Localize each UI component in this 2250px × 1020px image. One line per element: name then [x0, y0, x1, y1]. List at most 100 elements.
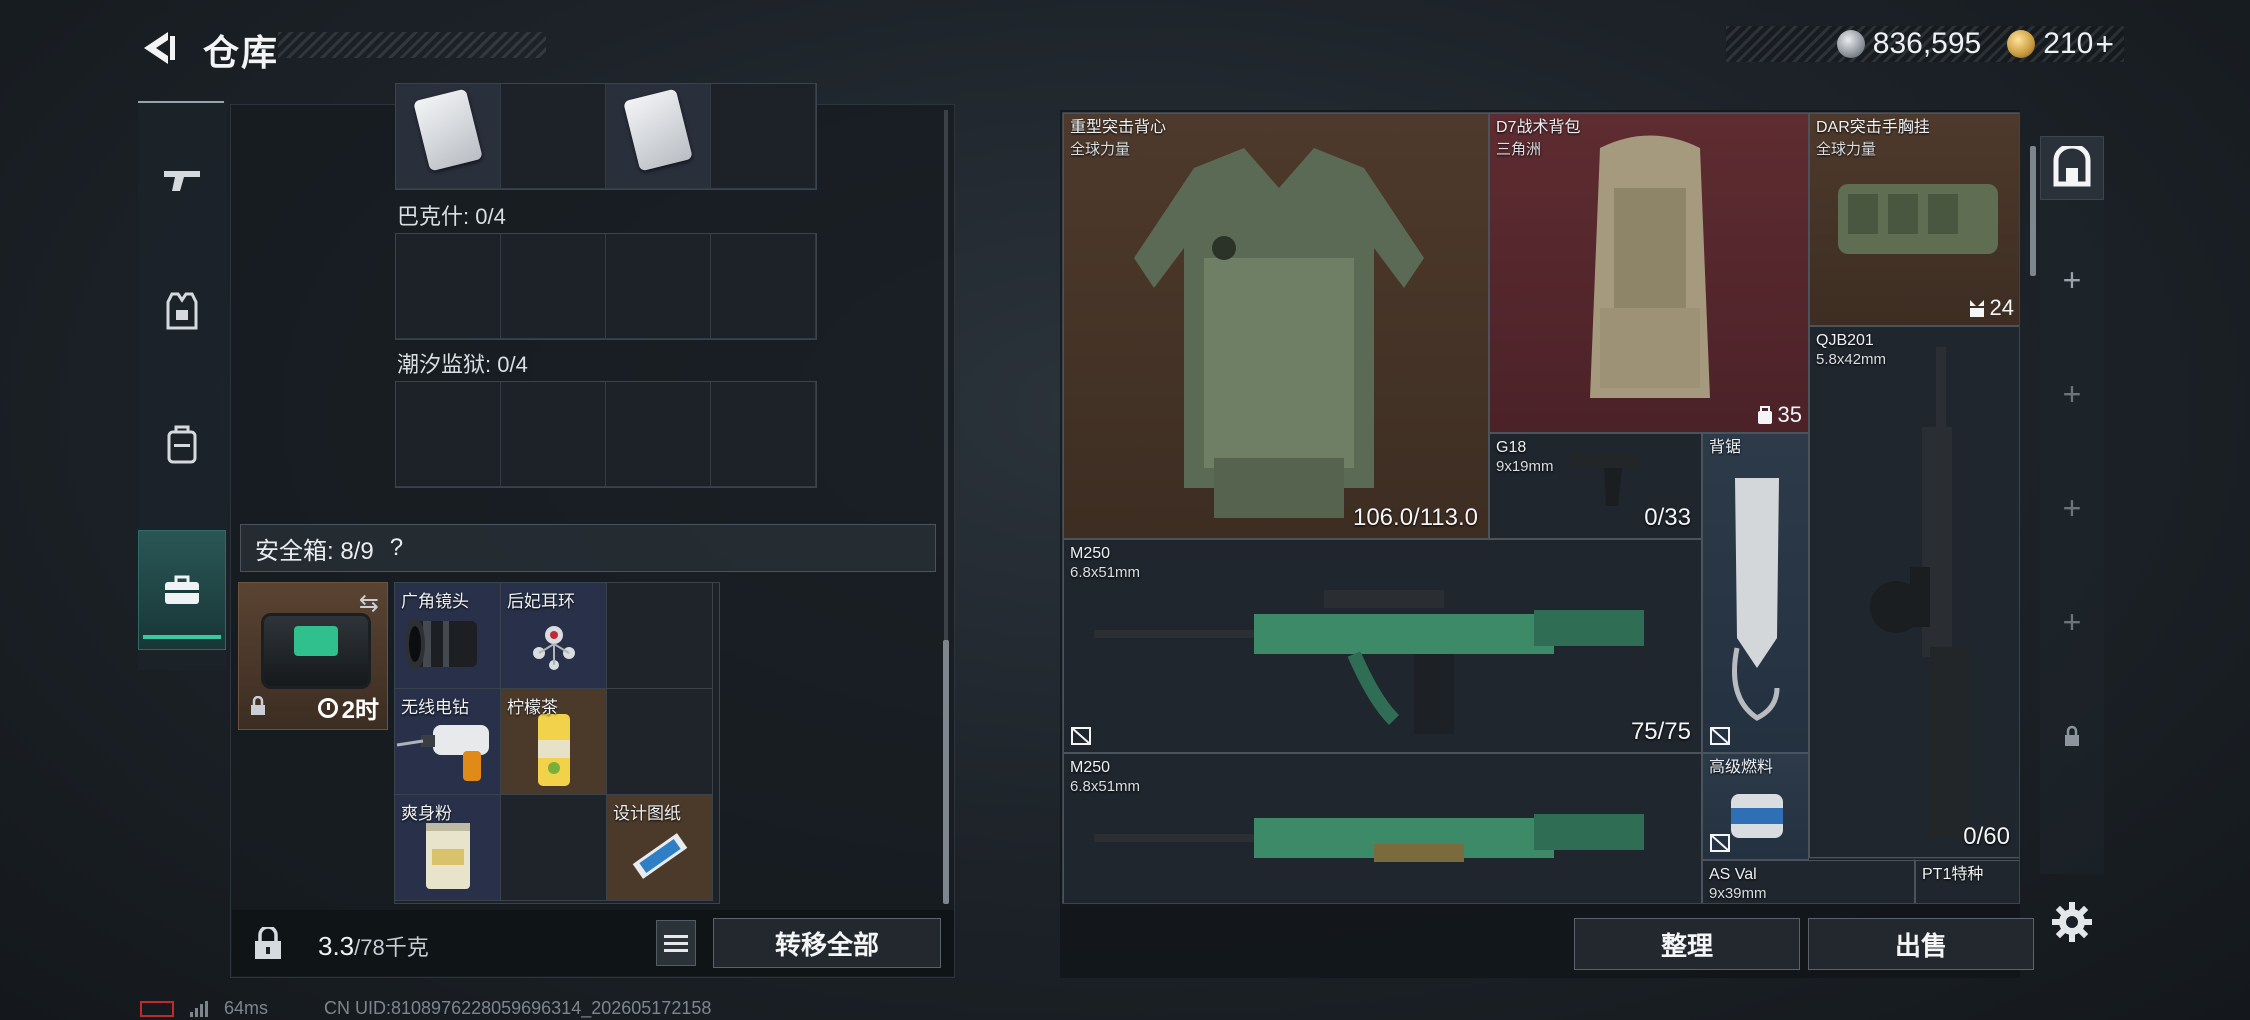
safe-slot-empty[interactable]	[607, 583, 713, 689]
safe-slot-empty[interactable]	[607, 689, 713, 795]
capacity-count: 35	[1756, 402, 1802, 428]
storage-slot[interactable]	[711, 382, 816, 487]
safe-box-label: 安全箱: 8/9	[255, 537, 374, 565]
safe-box-header: 安全箱: 8/9 ?	[240, 524, 936, 572]
signal-icon	[190, 1000, 208, 1017]
backpack-slot-tab[interactable]	[2040, 136, 2104, 200]
lock-icon	[249, 695, 267, 721]
sell-button[interactable]: 出售	[1808, 918, 2034, 970]
no-craft-icon	[1710, 834, 1730, 852]
nav-weapons[interactable]	[138, 120, 226, 240]
drink-can-icon	[537, 713, 570, 786]
title-decor-stripe	[278, 32, 546, 58]
rifle-icon	[1870, 347, 1970, 837]
backpack-scrollbar-thumb[interactable]	[2030, 146, 2036, 276]
fuel-can-icon	[1731, 794, 1783, 838]
storage-slot[interactable]	[501, 382, 606, 487]
weight-max: /78千克	[354, 935, 429, 960]
briefcase-icon	[165, 575, 199, 604]
storage-slot[interactable]	[711, 84, 816, 189]
safe-item-drill[interactable]: 无线电钻	[395, 689, 501, 795]
add-slot-button[interactable]: +	[2040, 590, 2104, 654]
camera-lens-icon	[404, 617, 477, 670]
nav-backpacks[interactable]	[138, 384, 226, 504]
machine-gun-icon	[1094, 814, 1644, 862]
item-heavy-assault-vest[interactable]: 重型突击背心 全球力量 106.0/113.0	[1063, 113, 1489, 539]
keycard-icon	[413, 88, 483, 172]
silver-currency-value: 836,595	[1872, 27, 1982, 60]
storage-slot[interactable]	[606, 382, 711, 487]
weight-readout: 3.3/78千克	[318, 930, 429, 962]
item-pt1[interactable]: PT1特种	[1915, 860, 2019, 903]
backpack-grid: 重型突击背心 全球力量 106.0/113.0 D7战术背包 三角洲 35 DAR突…	[1062, 112, 2020, 904]
storage-slot[interactable]	[501, 234, 606, 339]
category-nav	[138, 100, 226, 670]
add-currency-button[interactable]: +	[2095, 26, 2114, 63]
help-icon[interactable]: ?	[390, 534, 403, 562]
safe-slot-empty[interactable]	[501, 795, 607, 901]
storage-grid-tide-prison	[395, 381, 817, 488]
armor-vest-icon	[166, 292, 198, 330]
backpack-icon	[167, 425, 197, 464]
safe-item-earring[interactable]: 后妃耳环	[501, 583, 607, 689]
item-g18[interactable]: G18 9x19mm 0/33	[1489, 433, 1702, 539]
earring-icon	[532, 625, 575, 670]
plus-icon: +	[2062, 603, 2082, 640]
item-dar-chest-rig[interactable]: DAR突击手胸挂 全球力量 24	[1809, 113, 2019, 326]
weight-lock-button[interactable]	[242, 920, 294, 968]
safe-item-wide-lens[interactable]: 广角镜头	[395, 583, 501, 689]
nav-safe-box[interactable]	[138, 530, 226, 650]
back-button[interactable]	[136, 26, 180, 70]
list-view-button[interactable]	[656, 920, 696, 966]
item-d7-backpack[interactable]: D7战术背包 三角洲 35	[1489, 113, 1809, 433]
storage-grid-top	[395, 83, 817, 190]
ping-text: 64ms	[224, 998, 269, 1018]
safe-item-blueprint[interactable]: 设计图纸	[607, 795, 713, 901]
nav-armor[interactable]	[138, 252, 226, 372]
page-title: 仓库	[203, 32, 280, 73]
item-back-saw[interactable]: 背锯	[1702, 433, 1809, 753]
storage-slot[interactable]	[396, 84, 501, 189]
storage-slot[interactable]	[606, 84, 711, 189]
settings-gear-icon[interactable]	[2050, 900, 2094, 944]
safe-box-grid: 广角镜头 后妃耳环 无线电钻 柠檬茶 爽身粉 设计图纸	[394, 582, 720, 904]
transfer-all-button[interactable]: 转移全部	[713, 918, 941, 968]
no-craft-icon	[1710, 727, 1730, 745]
gold-currency-value: 210	[2043, 27, 2094, 60]
add-slot-button[interactable]: +	[2040, 362, 2104, 426]
item-premium-fuel[interactable]: 高级燃料	[1702, 753, 1809, 860]
keycard-icon	[623, 88, 693, 172]
item-m250-2[interactable]: M250 6.8x51mm	[1063, 753, 1702, 903]
add-slot-button[interactable]: +	[2040, 248, 2104, 312]
lock-icon	[2065, 725, 2079, 746]
storage-slot[interactable]	[396, 382, 501, 487]
weight-current: 3.3	[318, 931, 355, 961]
add-slot-button[interactable]: +	[2040, 476, 2104, 540]
uid-text: CN UID:8108976228059696314_202605172158	[324, 998, 712, 1018]
sort-button[interactable]: 整理	[1574, 918, 1800, 970]
safe-item-lemon-tea[interactable]: 柠檬茶	[501, 689, 607, 795]
gold-coin-icon	[2007, 30, 2036, 58]
storage-scrollbar-thumb[interactable]	[943, 640, 949, 904]
safe-item-powder[interactable]: 爽身粉	[395, 795, 501, 901]
status-bar: 64ms CN UID:8108976228059696314_20260517…	[140, 998, 711, 1019]
storage-slot[interactable]	[396, 234, 501, 339]
item-qjb201[interactable]: QJB201 5.8x42mm 0/60	[1809, 326, 2019, 858]
storage-slot[interactable]	[606, 234, 711, 339]
machete-icon	[1732, 478, 1780, 721]
nav-divider	[138, 101, 224, 103]
safe-box-case[interactable]: ⇆ 2时	[238, 582, 388, 730]
item-m250-1[interactable]: M250 6.8x51mm 75/75	[1063, 539, 1702, 753]
battery-icon	[140, 1000, 174, 1017]
safe-case-icon	[261, 613, 371, 689]
bag-capacity-icon	[1757, 406, 1772, 424]
pistol-icon	[1570, 454, 1640, 506]
gun-icon	[164, 171, 200, 191]
storage-slot[interactable]	[711, 234, 816, 339]
swap-icon[interactable]: ⇆	[359, 589, 379, 618]
machine-gun-icon	[1094, 590, 1644, 734]
safe-box-timer: 2时	[317, 690, 379, 725]
storage-slot[interactable]	[501, 84, 606, 189]
item-as-val[interactable]: AS Val 9x39mm	[1702, 860, 1915, 903]
plus-icon: +	[2062, 375, 2082, 412]
